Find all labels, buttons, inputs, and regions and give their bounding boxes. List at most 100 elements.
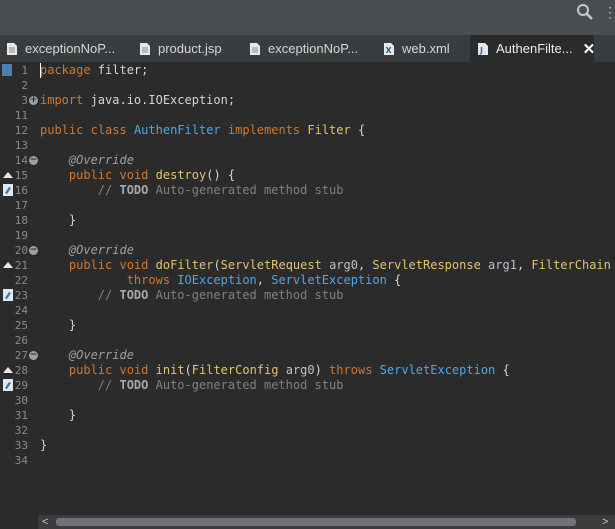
line-number: 20 <box>14 244 28 257</box>
search-icon[interactable] <box>576 3 594 21</box>
todo-tag: TODO <box>119 183 149 197</box>
tab-exceptionnopage-2[interactable]: exceptionNoP... <box>242 35 372 62</box>
line-number: 25 <box>14 319 28 332</box>
more-options-icon[interactable]: ⋮ <box>603 3 615 21</box>
line-number: 14 <box>14 154 28 167</box>
comment: // <box>97 183 120 197</box>
collapse-fold-icon[interactable]: − <box>29 156 38 165</box>
code-text: public void destroy() { <box>40 168 235 183</box>
text-cursor <box>40 63 41 78</box>
code-line: 24 <box>0 303 615 318</box>
line-number: 13 <box>14 139 28 152</box>
code-line: 28 public void init(FilterConfig arg0) t… <box>0 363 615 378</box>
line-number: 16 <box>14 184 28 197</box>
line-number: 28 <box>14 364 28 377</box>
keyword: throws <box>329 363 373 377</box>
code-editor[interactable]: 1 package filter; 2 3 + import java.io.I… <box>0 62 615 515</box>
code-line: 32 <box>0 423 615 438</box>
line-number: 2 <box>21 79 28 92</box>
code-text: public void init(FilterConfig arg0) thro… <box>68 363 510 377</box>
code-token: () { <box>206 168 236 182</box>
method-name: init <box>155 363 185 377</box>
code-line: 26 <box>0 333 615 348</box>
keyword: import <box>40 93 84 107</box>
param-type: FilterConfig <box>191 363 279 377</box>
scroll-left-icon[interactable]: < <box>42 515 48 529</box>
code-token: } <box>40 438 48 452</box>
interface-name: Filter <box>307 123 351 137</box>
method-name: destroy <box>155 168 207 182</box>
code-text: @Override <box>40 243 134 258</box>
exception-type: ServletException <box>379 363 496 377</box>
xml-file-icon: X <box>384 42 394 55</box>
code-token: } <box>68 408 77 422</box>
tab-product-jsp[interactable]: product.jsp <box>132 35 240 62</box>
code-line: 12 public class AuthenFilter implements … <box>0 123 615 138</box>
line-number: 21 <box>14 259 28 272</box>
svg-text:J: J <box>479 46 483 55</box>
code-text: package filter; <box>40 63 148 78</box>
line-number: 18 <box>14 214 28 227</box>
code-line: 25 } <box>0 318 615 333</box>
code-line: 1 package filter; <box>0 63 615 78</box>
code-token: } <box>68 213 77 227</box>
code-line: 20 − @Override <box>0 243 615 258</box>
collapse-fold-icon[interactable]: − <box>29 351 38 360</box>
comment: Auto-generated method stub <box>148 288 344 302</box>
editor-tab-bar: exceptionNoP... product.jsp exceptionNoP… <box>0 35 615 88</box>
param-type: FilterChain <box>531 258 611 272</box>
comment: Auto-generated method stub <box>148 378 344 392</box>
code-text: // TODO Auto-generated method stub <box>40 183 344 198</box>
code-line: 14 − @Override <box>0 153 615 168</box>
code-line: 18 } <box>0 213 615 228</box>
tab-web-xml[interactable]: X web.xml <box>376 35 464 62</box>
code-line: 2 <box>0 78 615 93</box>
code-token: { <box>495 363 510 377</box>
svg-text:X: X <box>386 46 393 55</box>
code-text: public class AuthenFilter implements Fil… <box>40 123 365 138</box>
code-line: 13 <box>0 138 615 153</box>
code-text: // TODO Auto-generated method stub <box>40 378 344 393</box>
tab-authenfilter-java[interactable]: J AuthenFilte... ✕ <box>470 35 596 62</box>
annotation: @Override <box>68 153 134 167</box>
scrollbar-thumb[interactable] <box>56 518 576 526</box>
scroll-right-icon[interactable]: > <box>602 515 608 529</box>
code-token: filter; <box>90 63 149 77</box>
line-number: 29 <box>14 379 28 392</box>
code-token: } <box>68 318 77 332</box>
code-line: 11 <box>0 108 615 123</box>
comment: Auto-generated method stub <box>148 183 344 197</box>
line-number: 17 <box>14 199 28 212</box>
code-token: { <box>386 273 402 287</box>
keyword: public <box>40 123 84 137</box>
keyword: void <box>119 363 149 377</box>
code-line: 16 // TODO Auto-generated method stub <box>0 183 615 198</box>
code-text: } <box>40 438 47 453</box>
tab-label: product.jsp <box>158 41 222 56</box>
tab-label: exceptionNoP... <box>268 41 359 56</box>
tab-label: web.xml <box>402 41 450 56</box>
tab-exceptionnopage-1[interactable]: exceptionNoP... <box>0 35 128 62</box>
param-name: arg0 <box>329 258 358 272</box>
line-number: 33 <box>14 439 28 452</box>
code-line: 34 <box>0 453 615 468</box>
code-line: 30 <box>0 393 615 408</box>
tab-label: exceptionNoP... <box>25 41 116 56</box>
jsp-file-icon <box>140 42 150 55</box>
keyword: class <box>90 123 127 137</box>
code-line: 31 } <box>0 408 615 423</box>
line-number: 19 <box>14 229 28 242</box>
keyword: void <box>119 258 149 272</box>
code-text: import java.io.IOException; <box>40 93 235 108</box>
expand-fold-icon[interactable]: + <box>29 96 38 105</box>
code-line: 15 public void destroy() { <box>0 168 615 183</box>
close-tab-icon[interactable]: ✕ <box>583 40 596 58</box>
line-number: 3 <box>21 94 28 107</box>
java-file-icon: J <box>478 42 488 55</box>
code-text: throws IOException, ServletException { <box>126 273 402 287</box>
collapse-fold-icon[interactable]: − <box>29 246 38 255</box>
code-token: java.io.IOException; <box>83 93 236 107</box>
line-number: 31 <box>14 409 28 422</box>
code-line: 3 + import java.io.IOException; <box>0 93 615 108</box>
keyword: package <box>40 63 91 77</box>
